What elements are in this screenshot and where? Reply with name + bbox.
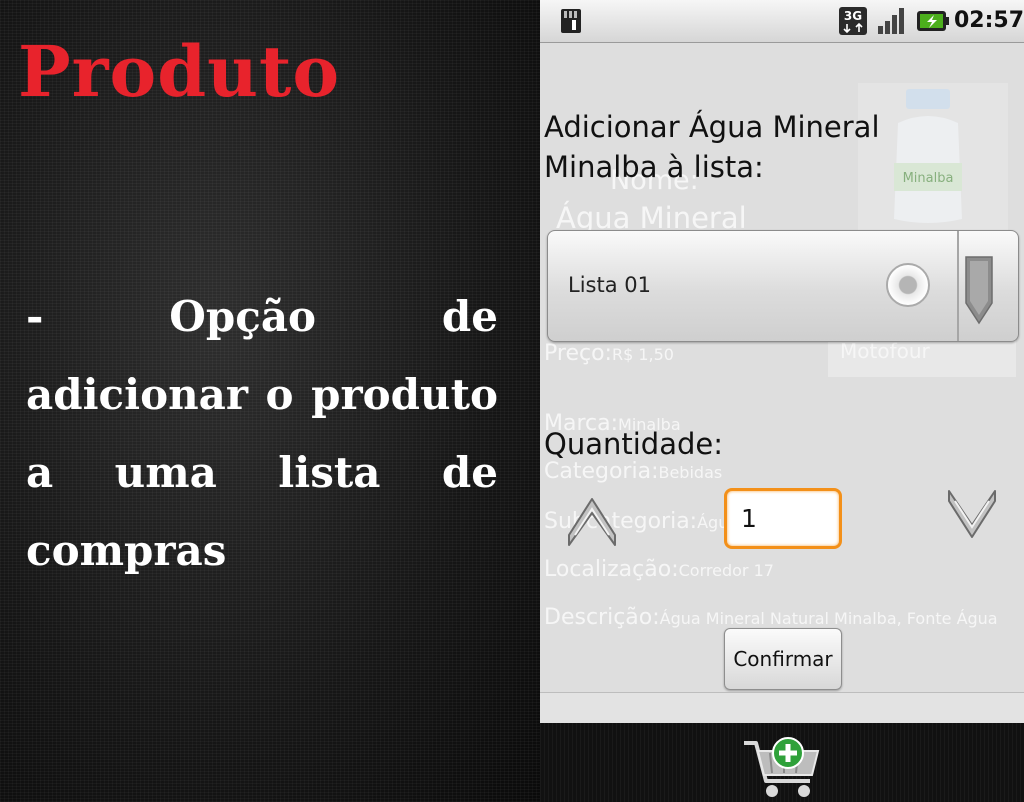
quantity-input[interactable]: [724, 488, 842, 549]
dropdown-arrow-icon[interactable]: [962, 253, 996, 325]
sd-card-icon: [561, 9, 581, 33]
localizacao-field: Localização:Corredor 17: [544, 557, 774, 582]
localizacao-label: Localização:: [544, 557, 679, 582]
list-spinner[interactable]: Lista 01: [547, 230, 1019, 342]
spinner-divider: [957, 231, 959, 341]
status-bar: 3G 02:57: [540, 0, 1024, 43]
signal-icon: [878, 8, 904, 34]
list-spinner-selected: Lista 01: [568, 273, 651, 297]
categoria-value: Bebidas: [658, 463, 723, 482]
descricao-value: Água Mineral Natural Minalba, Fonte Água: [659, 609, 998, 628]
slide-title: Produto: [18, 30, 341, 113]
network-3g-icon: 3G: [839, 7, 867, 35]
descricao-field: Descrição:Água Mineral Natural Minalba, …: [544, 605, 1014, 630]
preco-label: Preço:: [544, 341, 612, 366]
descricao-label: Descrição:: [544, 605, 660, 630]
preco-field: Preço:R$ 1,50: [544, 341, 674, 366]
localizacao-value: Corredor 17: [678, 561, 774, 580]
battery-charging-icon: [917, 11, 949, 31]
status-time: 02:57: [954, 8, 1024, 33]
bottom-bar: [540, 723, 1024, 802]
dialog-title: Adicionar Água Mineral Minalba à lista:: [544, 110, 880, 184]
quantity-label: Quantidade:: [544, 427, 723, 461]
categoria-label: Categoria:: [544, 459, 659, 484]
app-content: Minalba Nome: Água Mineral Preço:R$ 1,50…: [540, 43, 1024, 723]
increase-arrow-icon[interactable]: [565, 495, 619, 547]
slide-description: - Opção de adicionar o produto a uma lis…: [26, 292, 498, 575]
add-to-cart-icon[interactable]: [740, 735, 826, 801]
slide-panel: Produto - Opção de adicionar o produto a…: [0, 0, 540, 802]
phone-screen: 3G 02:57 Minalba Nome: Água Mineral Preç…: [540, 0, 1024, 802]
bottom-strip: [540, 692, 1024, 723]
preco-value: R$ 1,50: [611, 345, 674, 364]
decrease-arrow-icon[interactable]: [945, 489, 999, 539]
confirm-button[interactable]: Confirmar: [724, 628, 842, 690]
categoria-field: Categoria:Bebidas: [544, 459, 722, 484]
svg-text:3G: 3G: [844, 9, 862, 23]
radio-button-icon[interactable]: [886, 263, 930, 307]
